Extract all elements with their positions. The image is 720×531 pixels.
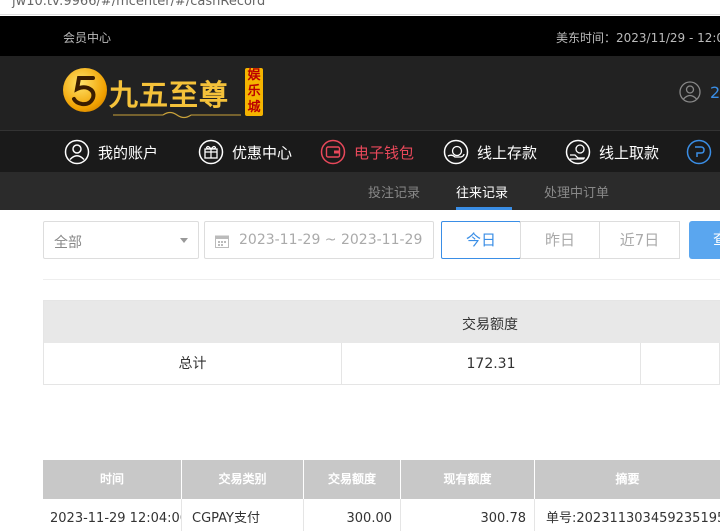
summary-header: 交易额度: [44, 301, 720, 343]
site-header: 九五至尊 娱乐城 2: [0, 56, 720, 130]
username[interactable]: 2: [710, 83, 720, 102]
tab-bet-records[interactable]: 投注记录: [368, 182, 420, 201]
nav-e-wallet[interactable]: 电子钱包: [320, 136, 414, 168]
nav-promotions[interactable]: 优惠中心: [198, 136, 292, 168]
nav-label: 线上存款: [477, 143, 538, 162]
cell-balance: 300.78: [401, 499, 535, 531]
summary-extra-cell: [641, 343, 720, 385]
search-button[interactable]: 查: [689, 221, 720, 259]
user-avatar-icon[interactable]: [679, 81, 701, 103]
cell-summary: 单号:202311303459235195: [546, 511, 720, 526]
wallet-icon: [320, 139, 346, 165]
nav-label: 我的账户: [98, 143, 159, 162]
eastern-time: 美东时间：2023/11/29 - 12:04: [556, 31, 720, 45]
nav-online-withdraw[interactable]: 线上取款: [565, 136, 659, 168]
nav-label: 优惠中心: [232, 143, 293, 162]
table-header: 时间 交易类别 交易额度 现有额度 摘要: [43, 460, 720, 499]
today-button[interactable]: 今日: [441, 221, 521, 259]
select-value: 全部: [54, 235, 82, 251]
col-type: 交易类别: [182, 460, 304, 499]
summary-row: 总计 172.31: [44, 343, 720, 385]
date-range-picker[interactable]: 2023-11-29 ~ 2023-11-29: [204, 221, 434, 259]
divider: [43, 279, 720, 280]
tab-pending-orders[interactable]: 处理中订单: [544, 182, 609, 201]
cell-type: CGPAY支付: [182, 499, 304, 531]
user-circle-icon: [64, 139, 90, 165]
gift-icon: [198, 139, 224, 165]
nav-label: 线上取款: [599, 143, 660, 162]
deposit-icon: [443, 139, 469, 165]
nav-more[interactable]: [686, 136, 720, 168]
col-summary: 摘要: [615, 472, 640, 486]
calendar-icon: [215, 235, 229, 248]
nav-my-account[interactable]: 我的账户: [64, 136, 158, 168]
col-balance: 现有额度: [401, 460, 535, 499]
caret-down-icon: [180, 238, 188, 243]
col-amount: 交易额度: [304, 460, 401, 499]
date-range-value: 2023-11-29 ~ 2023-11-29: [239, 232, 423, 248]
sub-tabs: 投注记录 往来记录 处理中订单: [0, 172, 720, 210]
top-bar: 会员中心 美东时间：2023/11/29 - 12:04: [0, 16, 720, 56]
summary-header-label: 交易额度: [462, 317, 518, 333]
tab-transactions[interactable]: 往来记录: [456, 182, 508, 201]
url-text: jw10.tv:9966/#/mcenter/#/cashRecord: [12, 0, 266, 9]
page: jw10.tv:9966/#/mcenter/#/cashRecord 会员中心…: [0, 0, 720, 531]
browser-url-bar[interactable]: jw10.tv:9966/#/mcenter/#/cashRecord: [0, 0, 720, 15]
brand-name: 九五至尊: [109, 78, 230, 112]
summary-table: 交易额度 总计 172.31: [43, 300, 720, 385]
table-row: 2023-11-29 12:04:06 CGPAY支付 300.00 300.7…: [43, 499, 720, 531]
member-center-link[interactable]: 会员中心: [63, 29, 111, 46]
logo-ornament-icon: [113, 111, 241, 119]
yesterday-button[interactable]: 昨日: [520, 221, 600, 259]
logo-emblem-icon: [63, 68, 107, 112]
active-tab-indicator: [456, 207, 512, 210]
cell-time: 2023-11-29 12:04:06: [43, 499, 182, 531]
main-nav: 我的账户 优惠中心 电子钱包 线上存款 线上取款: [0, 130, 720, 172]
site-logo[interactable]: 九五至尊 娱乐城: [63, 66, 273, 120]
summary-total-label: 总计: [44, 343, 342, 385]
nav-label: 电子钱包: [354, 143, 415, 162]
col-time: 时间: [43, 460, 182, 499]
summary-total-value: 172.31: [342, 343, 641, 385]
withdraw-icon: [565, 139, 591, 165]
transaction-type-select[interactable]: 全部: [43, 221, 199, 259]
last-7-days-button[interactable]: 近7日: [599, 221, 680, 259]
brand-badge: 娱乐城: [245, 68, 263, 116]
transfer-icon: [686, 139, 712, 165]
nav-online-deposit[interactable]: 线上存款: [443, 136, 537, 168]
cell-amount: 300.00: [304, 499, 401, 531]
